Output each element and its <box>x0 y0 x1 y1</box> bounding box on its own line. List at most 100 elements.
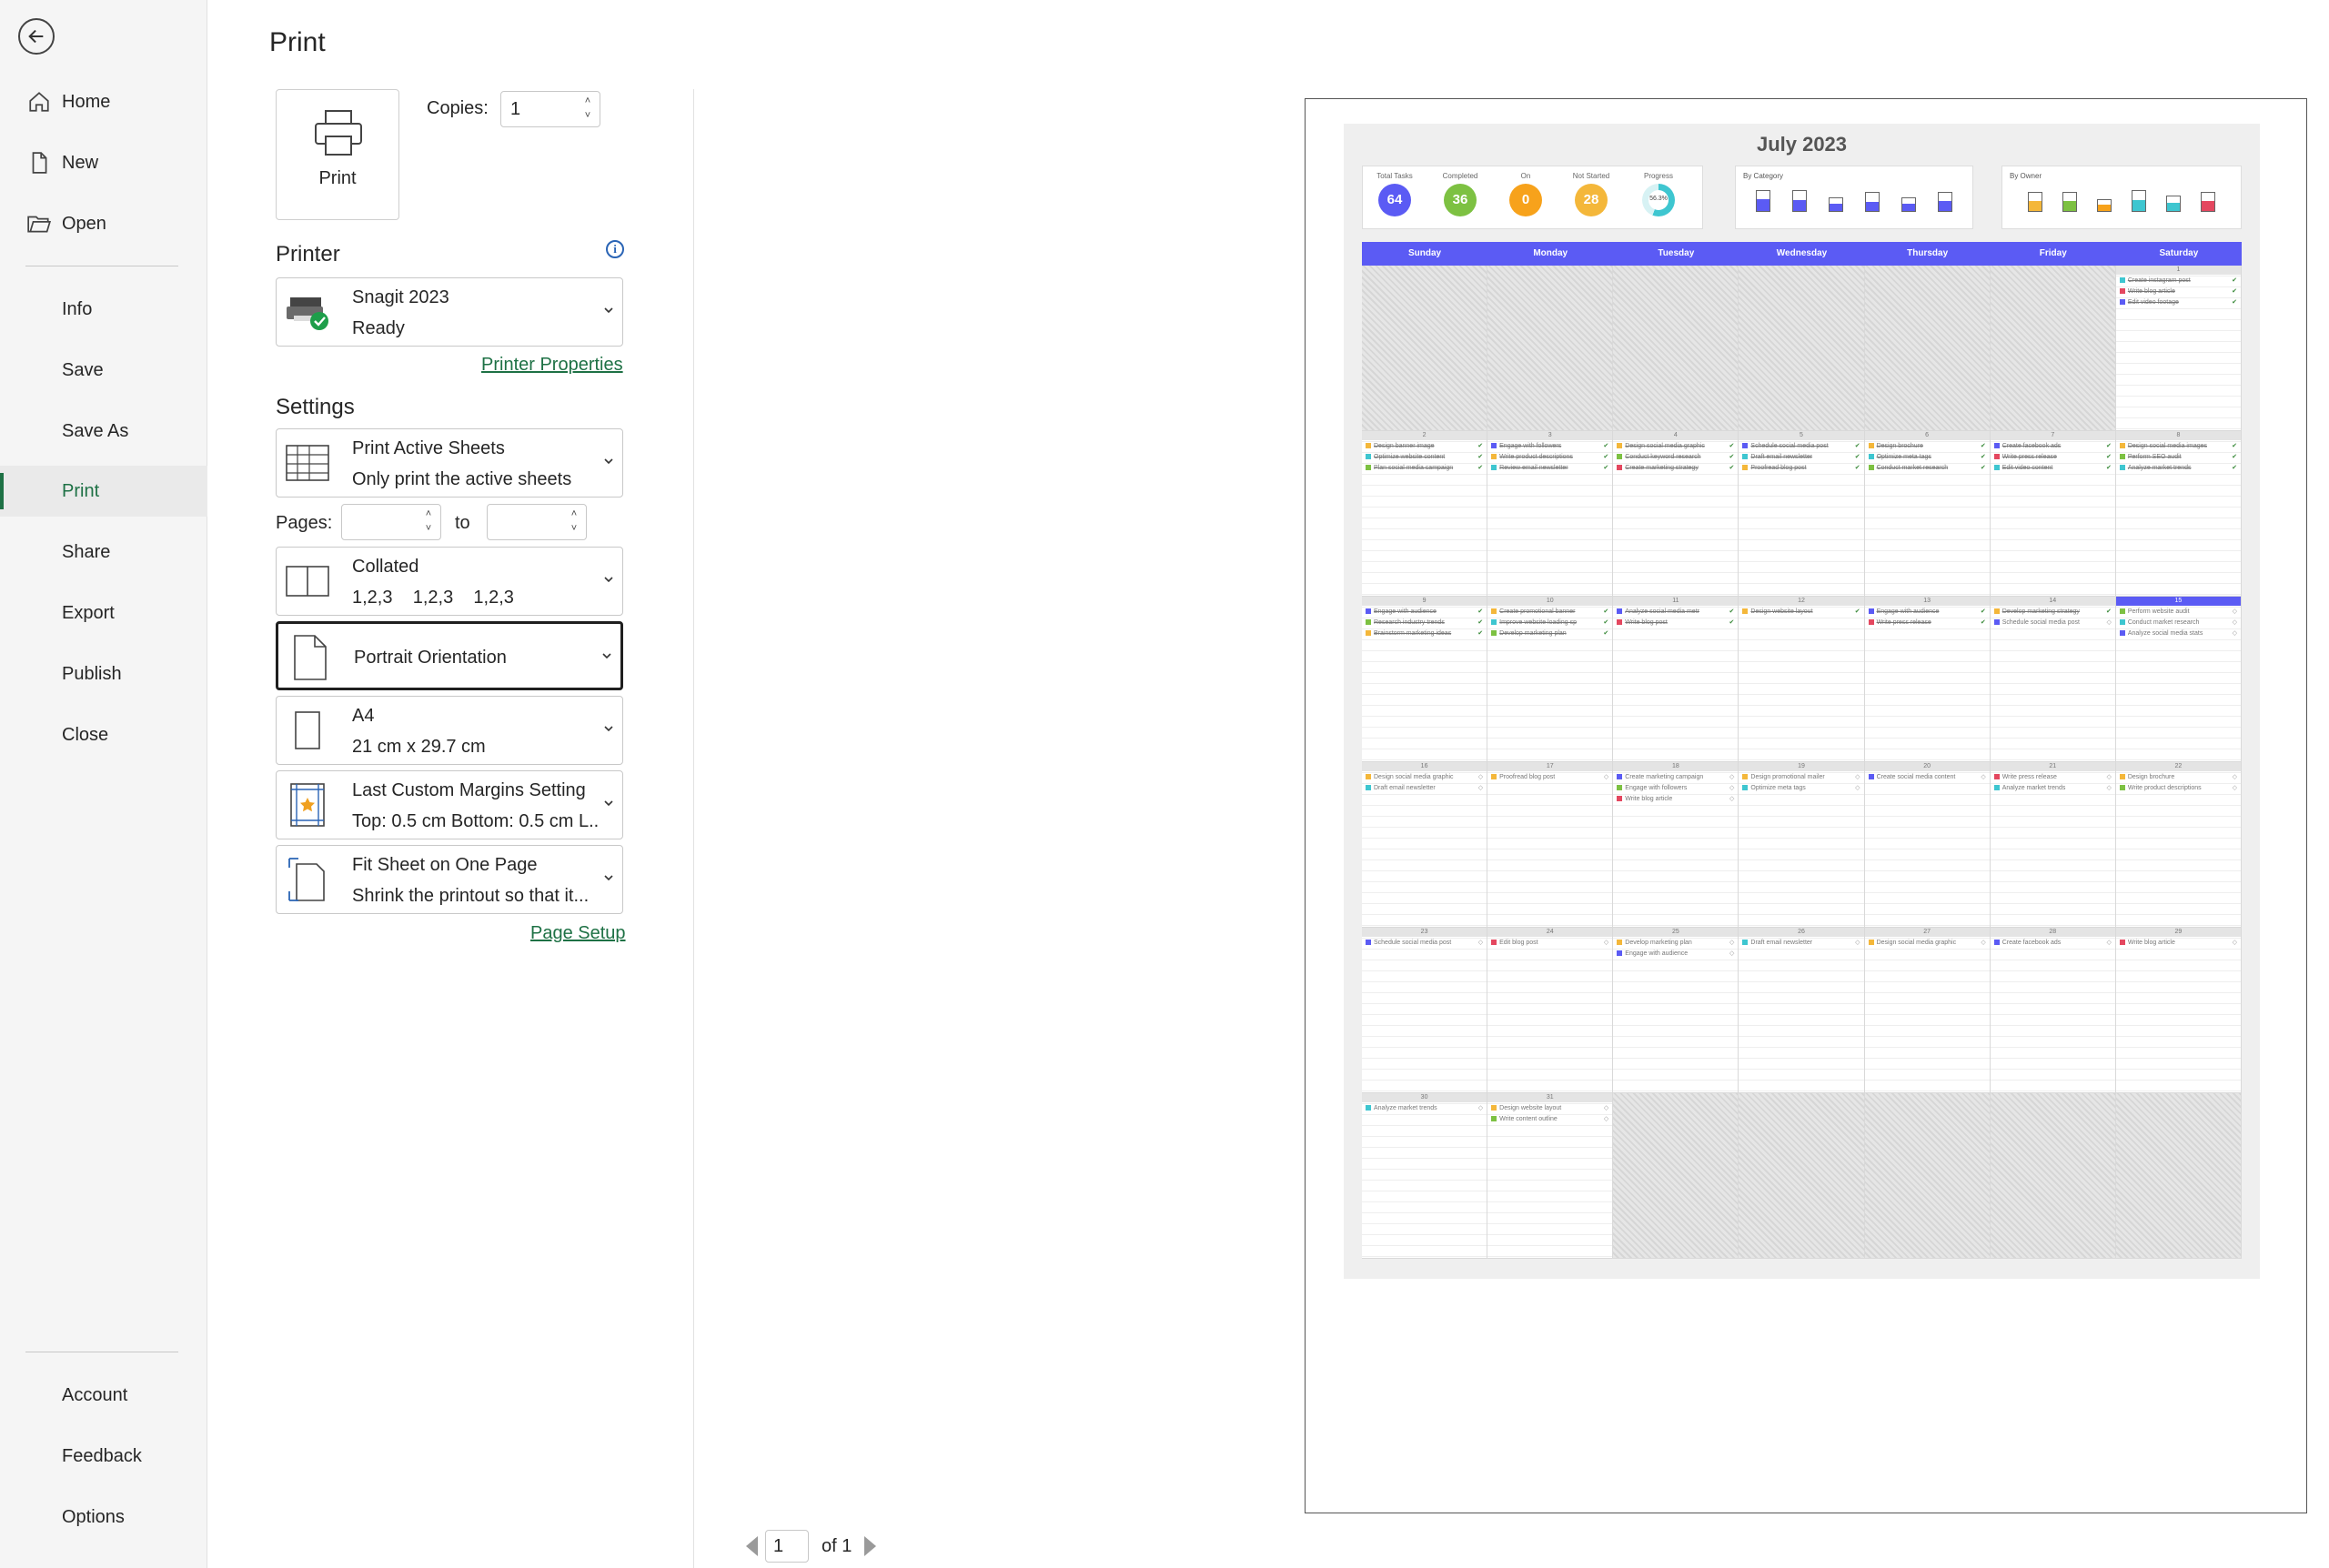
printer-properties-link[interactable]: Printer Properties <box>481 355 623 376</box>
task-item: Review email newsletter ✔ <box>1487 462 1612 473</box>
task-category-icon <box>1617 443 1623 448</box>
previous-page-icon[interactable] <box>746 1536 758 1556</box>
check-icon: ✔ <box>1477 465 1484 471</box>
chevron-down-icon[interactable]: ˅ <box>568 523 580 534</box>
task-category-icon <box>1993 619 2000 625</box>
day-number: 6 <box>1864 431 1990 440</box>
task-item: Optimize website content ✔ <box>1362 451 1487 462</box>
pending-icon: ◇ <box>1729 785 1735 791</box>
day-number: 28 <box>1990 928 2115 937</box>
collation-title: Collated <box>352 557 419 577</box>
nav-share[interactable]: Share <box>0 527 207 578</box>
task-item: Engage with audience ✔ <box>1362 606 1487 617</box>
custom-margins-icon <box>284 782 331 828</box>
task-item: Analyze market trends ◇ <box>1991 782 2115 793</box>
printer-icon <box>315 110 362 156</box>
page-number-input[interactable]: 1 <box>765 1530 809 1563</box>
printer-dropdown[interactable]: Snagit 2023 Ready <box>276 277 623 347</box>
task-label: Design brochure <box>1876 442 1923 449</box>
day-number: 9 <box>1362 597 1487 606</box>
task-category-icon <box>2119 608 2125 614</box>
calendar-day-cell: 21 Write press release ◇ Analyze market tre… <box>1990 762 2116 928</box>
nav-home[interactable]: Home <box>0 76 207 127</box>
nav-info[interactable]: Info <box>0 284 207 335</box>
nav-close[interactable]: Close <box>0 709 207 760</box>
nav-save-as[interactable]: Save As <box>0 406 207 457</box>
pending-icon: ◇ <box>2106 785 2112 791</box>
next-page-icon[interactable] <box>864 1536 877 1556</box>
calendar-grid: 1 Create instagram post ✔ Write blog articl… <box>1362 266 2242 1259</box>
print-button[interactable]: Print <box>276 89 399 220</box>
pending-icon: ◇ <box>1981 774 1986 780</box>
task-item: Plan social media campaign ✔ <box>1362 462 1487 473</box>
task-item: Develop marketing plan ◇ <box>1613 937 1738 948</box>
nav-new[interactable]: New <box>0 137 207 188</box>
check-icon: ✔ <box>1477 454 1484 460</box>
calendar-empty-cell <box>1864 266 1991 431</box>
nav-feedback[interactable]: Feedback <box>0 1431 207 1482</box>
margins-dropdown[interactable]: Last Custom Margins Setting Top: 0.5 cm … <box>276 770 623 839</box>
backstage-nav: Home New Open Info Save Save As Print Sh… <box>0 0 207 1568</box>
collation-dropdown[interactable]: Collated 1,2,3 1,2,3 1,2,3 <box>276 547 623 616</box>
day-number: 24 <box>1487 928 1613 937</box>
info-icon[interactable]: i <box>606 240 624 258</box>
chevron-up-icon[interactable]: ˄ <box>422 508 435 519</box>
task-label: Design social media graphic <box>1876 939 1957 946</box>
paper-size-dropdown[interactable]: A4 21 cm x 29.7 cm <box>276 696 623 765</box>
task-category-icon <box>1993 940 2000 945</box>
kpi-completed: Completed 36 <box>1437 172 1483 216</box>
calendar-empty-cell <box>1613 266 1739 431</box>
copies-stepper[interactable]: 1 ˄ ˅ <box>500 91 600 127</box>
task-item: Analyze market trends ✔ <box>2116 462 2241 473</box>
task-item: Create marketing strategy ✔ <box>1613 462 1738 473</box>
kpi-label: Total Tasks <box>1376 172 1413 180</box>
check-icon: ✔ <box>2105 465 2112 471</box>
task-label: Engage with audience <box>1876 608 1940 615</box>
chevron-down-icon[interactable]: ˅ <box>422 523 435 534</box>
task-item: Engage with audience ◇ <box>1613 948 1738 959</box>
kpi-progress: Progress 56.3% <box>1636 172 1681 216</box>
task-item: Design brochure ◇ <box>2116 771 2241 782</box>
task-category-icon <box>1366 940 1371 945</box>
task-category-icon <box>1868 608 1874 614</box>
task-category-icon <box>2119 465 2125 470</box>
chevron-up-icon[interactable]: ˄ <box>568 508 580 519</box>
nav-save[interactable]: Save <box>0 345 207 396</box>
kpi-total: Total Tasks 64 <box>1372 172 1417 216</box>
chevron-down-icon[interactable]: ˅ <box>581 110 594 121</box>
nav-publish[interactable]: Publish <box>0 648 207 699</box>
back-arrow-icon[interactable] <box>18 18 55 55</box>
orientation-dropdown[interactable]: Portrait Orientation <box>276 621 623 690</box>
task-label: Brainstorm marketing ideas <box>1374 629 1452 637</box>
pages-to-label: to <box>455 513 470 533</box>
check-icon: ✔ <box>1980 454 1986 460</box>
task-category-icon <box>1491 608 1497 614</box>
print-what-dropdown[interactable]: Print Active Sheets Only print the activ… <box>276 428 623 498</box>
check-icon: ✔ <box>1980 465 1986 471</box>
kpi-label: Completed <box>1442 172 1478 180</box>
owner-bar <box>2062 192 2077 212</box>
nav-account[interactable]: Account <box>0 1370 207 1421</box>
scaling-dropdown[interactable]: Fit Sheet on One Page Shrink the printou… <box>276 845 623 914</box>
pending-icon: ◇ <box>2232 774 2237 780</box>
check-icon: ✔ <box>2232 465 2237 471</box>
task-item: Design social media graphic ◇ <box>1865 937 1990 948</box>
nav-open[interactable]: Open <box>0 198 207 249</box>
pages-to-field[interactable]: ˄ ˅ <box>487 504 587 540</box>
fit-to-page-icon <box>284 857 331 902</box>
page-navigator: 1 of 1 <box>746 1528 877 1564</box>
page-setup-link[interactable]: Page Setup <box>530 923 626 944</box>
check-icon: ✔ <box>1729 454 1735 460</box>
pages-from-field[interactable]: ˄ ˅ <box>341 504 441 540</box>
task-label: Proofread blog post <box>1750 464 1807 471</box>
pending-icon: ◇ <box>2232 619 2237 626</box>
nav-print[interactable]: Print <box>0 466 207 517</box>
nav-export[interactable]: Export <box>0 588 207 638</box>
task-item: Create social media content ◇ <box>1865 771 1990 782</box>
task-label: Conduct keyword research <box>1625 453 1701 460</box>
kpi-on: On 0 <box>1503 172 1548 216</box>
calendar-day-cell: 1 Create instagram post ✔ Write blog articl… <box>2115 266 2242 431</box>
chevron-up-icon[interactable]: ˄ <box>581 95 594 106</box>
nav-options[interactable]: Options <box>0 1492 207 1543</box>
task-category-icon <box>2119 630 2125 636</box>
